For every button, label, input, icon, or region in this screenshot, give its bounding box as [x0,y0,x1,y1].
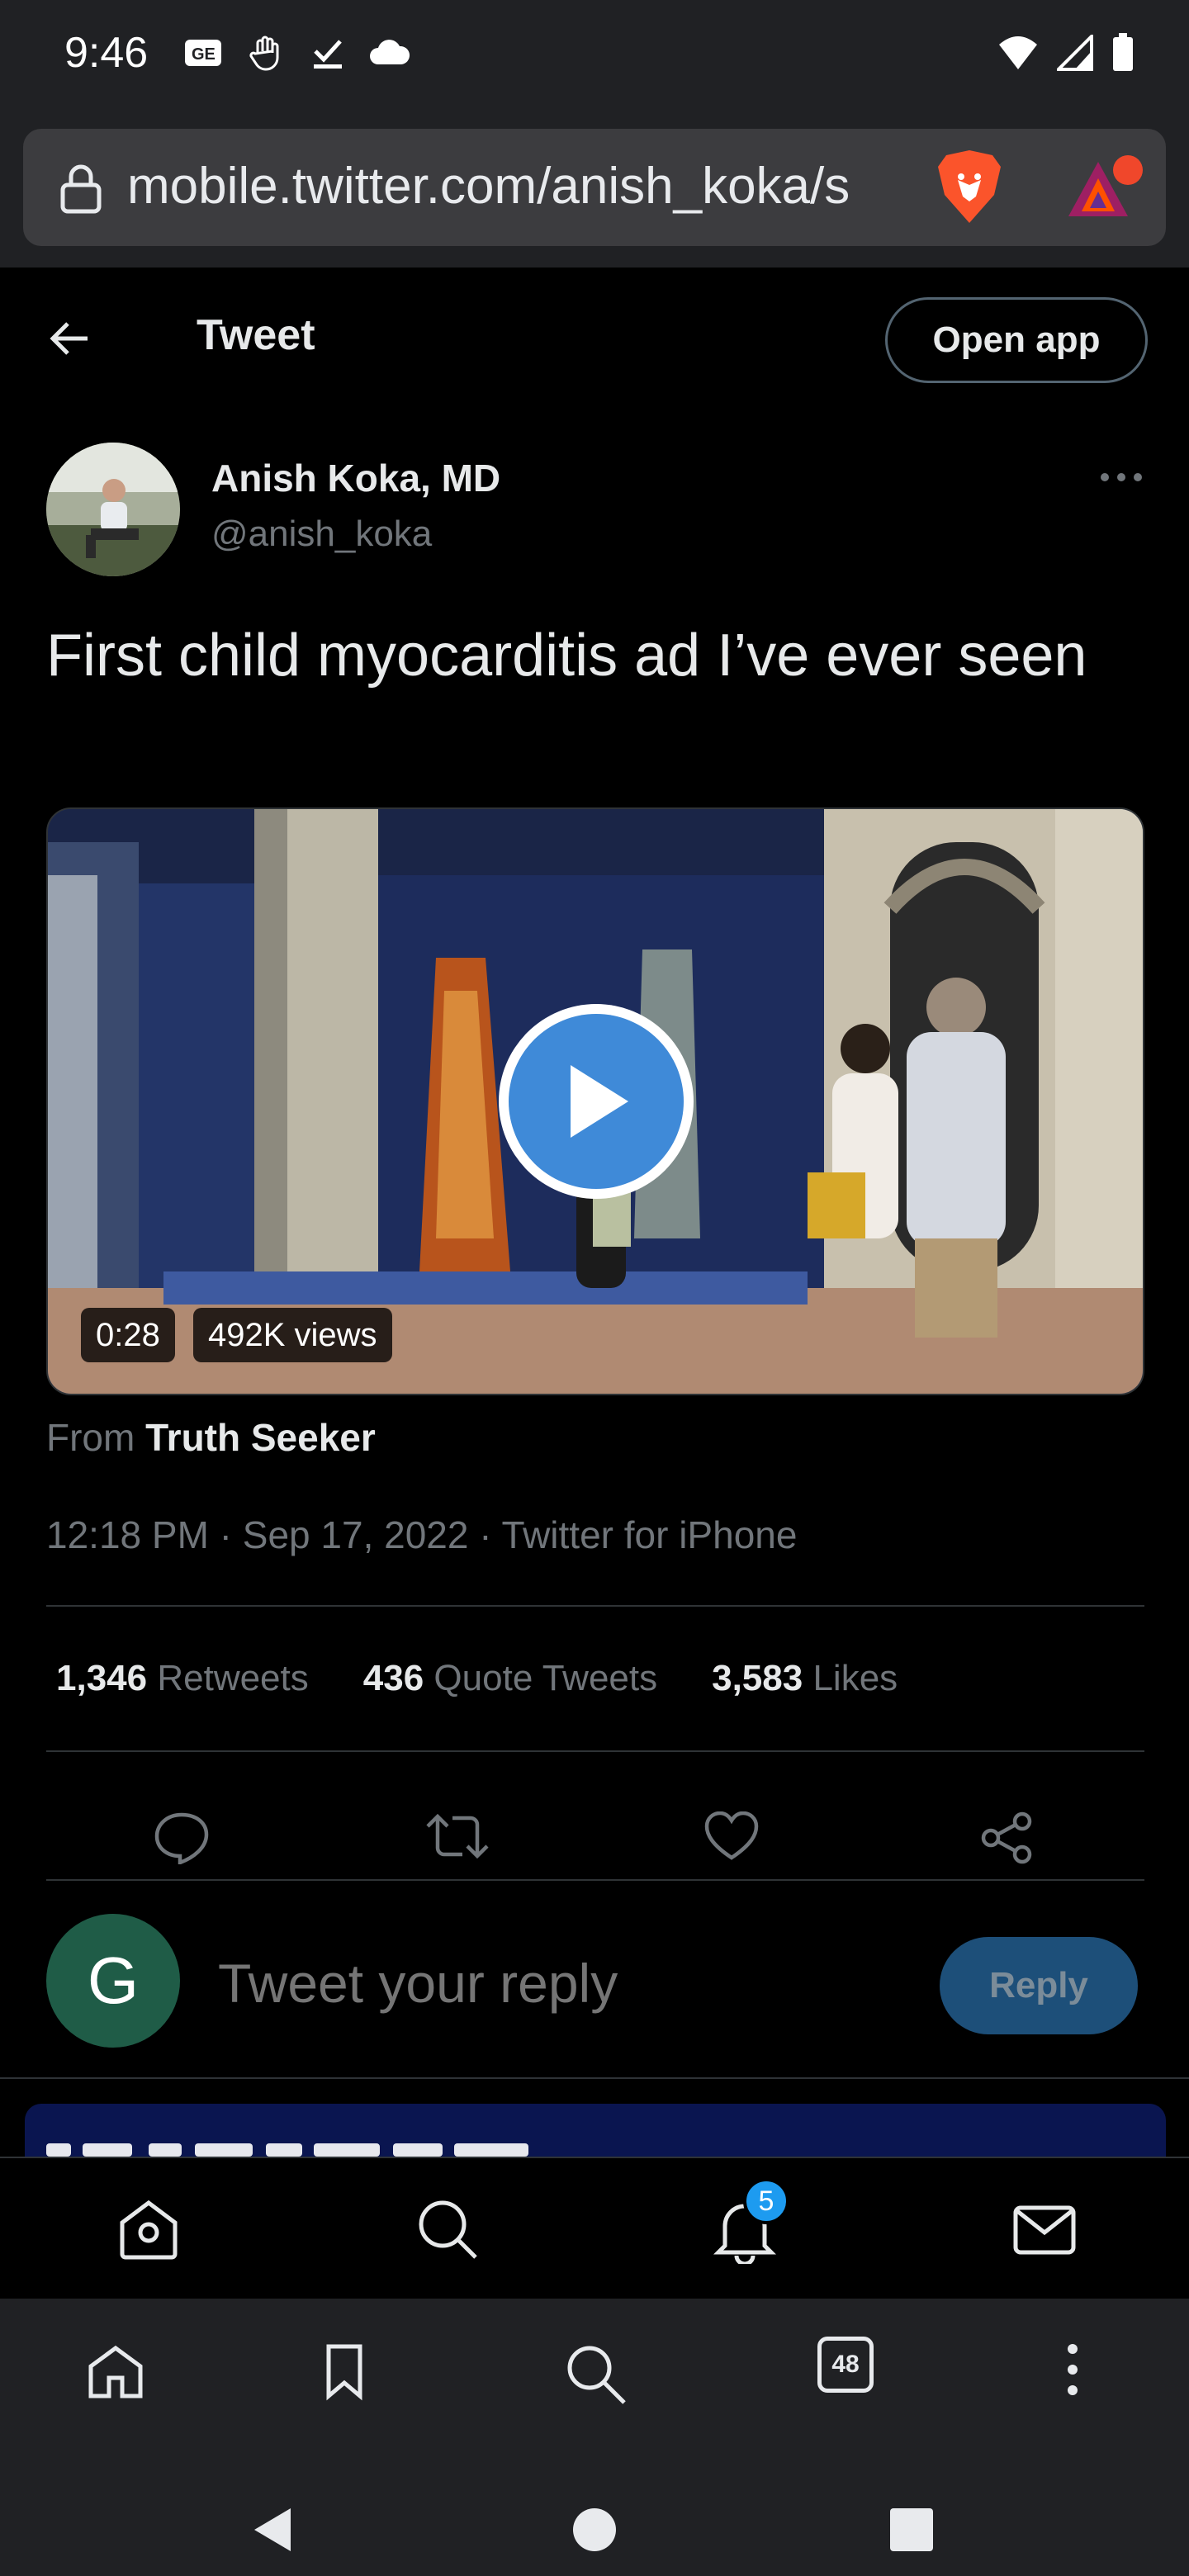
status-time: 9:46 [64,29,149,77]
retweet-icon[interactable] [424,1811,490,1861]
signal-icon [1057,35,1093,71]
check-icon [314,40,342,69]
wifi-icon [999,36,1037,69]
user-avatar[interactable]: G [46,1914,180,2048]
nav-home-icon[interactable] [571,2507,618,2553]
tweet-actions [46,1787,1144,1878]
likes-stat[interactable]: 3,583 Likes [712,1658,898,1699]
bookmark-icon[interactable] [324,2343,365,2401]
from-label: From [46,1416,135,1459]
quote-tweets-stat[interactable]: 436 Quote Tweets [363,1658,657,1699]
tweet-header: Tweet Open app [0,268,1189,413]
menu-dots-icon[interactable] [1067,2343,1078,2396]
notifications-badge: 5 [743,2178,789,2224]
reply-button[interactable]: Reply [940,1937,1138,2034]
open-app-button[interactable]: Open app [885,297,1148,383]
reply-icon[interactable] [154,1811,210,1864]
page-title: Tweet [197,311,315,359]
svg-text:GE: GE [192,45,216,64]
promo-banner[interactable] [25,2104,1166,2157]
messages-icon[interactable] [1012,2198,1077,2261]
share-icon[interactable] [979,1811,1035,1864]
status-bar: 9:46 GE [0,0,1189,129]
battery-icon [1113,33,1133,71]
video-player[interactable]: 0:28 492K views [46,807,1144,1395]
twitter-bottom-nav: 5 [0,2157,1189,2299]
like-heart-icon[interactable] [703,1811,760,1861]
author-name[interactable]: Anish Koka, MD [211,456,500,500]
tweet-text: First child myocarditis ad I’ve ever see… [46,623,1087,689]
browser-home-icon[interactable] [86,2343,145,2401]
retweets-stat[interactable]: 1,346 Retweets [56,1658,309,1699]
divider [0,2077,1189,2079]
browser-toolbar: 48 [0,2299,1189,2487]
tab-count-button[interactable]: 48 [817,2337,874,2393]
source-link[interactable]: Truth Seeker [145,1416,376,1459]
search-icon[interactable] [416,2198,479,2261]
video-duration: 0:28 [81,1308,175,1362]
url-bar[interactable]: mobile.twitter.com/anish_koka/s [23,129,1166,246]
source-attribution: From Truth Seeker [46,1415,376,1460]
bat-rewards-icon[interactable] [1065,154,1144,220]
author-handle[interactable]: @anish_koka [211,514,432,555]
browser-search-icon[interactable] [565,2343,628,2406]
home-icon[interactable] [117,2198,180,2261]
reply-input[interactable] [218,1952,879,2015]
play-button[interactable] [499,1004,694,1199]
back-arrow-icon[interactable] [46,315,92,362]
video-views: 492K views [193,1308,392,1362]
play-icon [571,1065,628,1138]
tweet-stats: 1,346 Retweets 436 Quote Tweets 3,583 Li… [56,1658,898,1699]
divider [46,1879,1144,1881]
nav-back-icon[interactable] [249,2505,296,2555]
brave-lion-icon[interactable] [935,149,1004,225]
nav-recents-icon[interactable] [888,2507,935,2553]
lock-icon[interactable] [56,162,106,215]
cloud-icon [370,40,410,64]
tweet-meta: 12:18 PM · Sep 17, 2022 · Twitter for iP… [46,1513,798,1556]
news-icon: GE [185,40,221,66]
url-text[interactable]: mobile.twitter.com/anish_koka/s [127,157,920,215]
hand-icon [249,36,279,71]
android-nav-bar [0,2487,1189,2576]
more-options-icon[interactable] [1098,469,1144,485]
author-avatar[interactable] [46,443,180,576]
divider [46,1750,1144,1752]
divider [46,1605,1144,1607]
